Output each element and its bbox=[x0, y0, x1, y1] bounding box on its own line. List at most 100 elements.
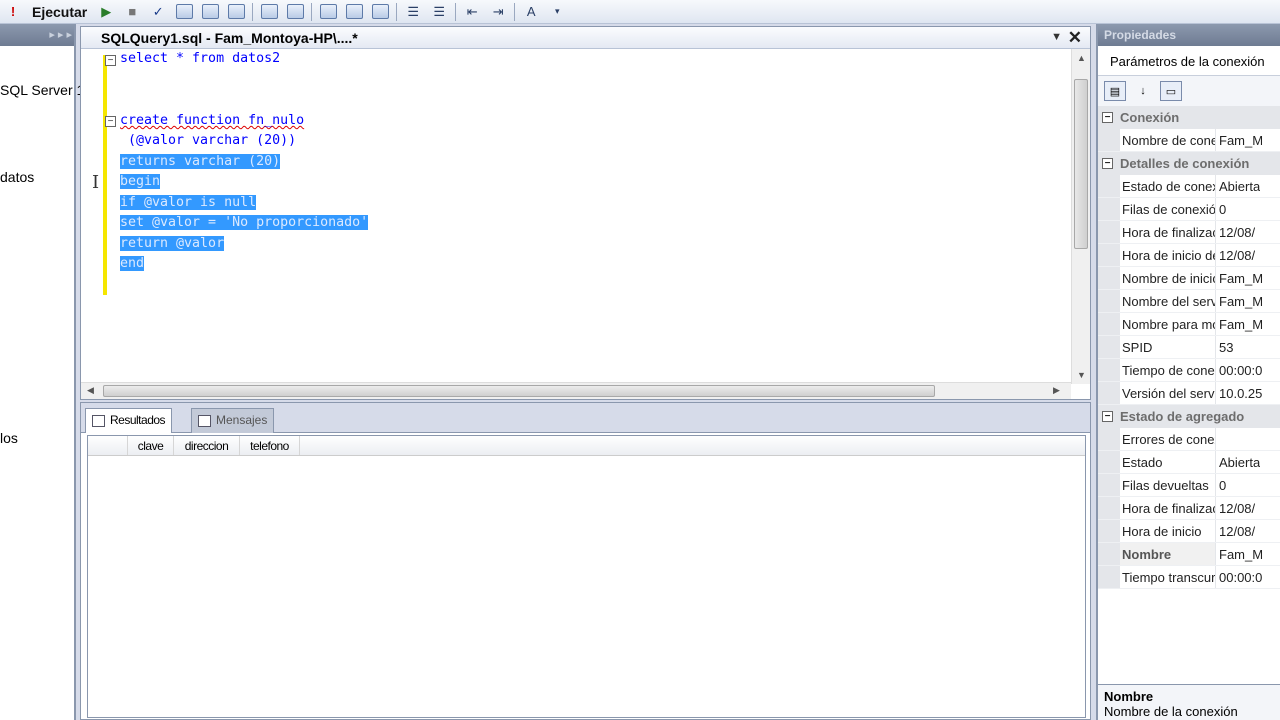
stop-icon[interactable]: ■ bbox=[121, 2, 143, 22]
property-row[interactable]: Errores de conexión bbox=[1098, 428, 1280, 451]
properties-object-selector[interactable]: Parámetros de la conexión bbox=[1098, 46, 1280, 76]
increase-indent-icon[interactable]: ⇥ bbox=[487, 2, 509, 22]
property-row[interactable]: Tiempo transcurrido00:00:0 bbox=[1098, 566, 1280, 589]
code-line: end bbox=[120, 254, 145, 274]
results-to-text-icon[interactable] bbox=[317, 2, 339, 22]
execute-button[interactable]: Ejecutar bbox=[28, 2, 91, 22]
property-value: 12/08/ bbox=[1219, 225, 1256, 240]
property-name: Nombre de conexión bbox=[1098, 129, 1216, 151]
uncomment-icon[interactable]: ☰ bbox=[428, 2, 450, 22]
property-category[interactable]: − Conexión bbox=[1098, 106, 1280, 129]
property-row[interactable]: Nombre del servidorFam_M bbox=[1098, 290, 1280, 313]
property-row[interactable]: Tiempo de conexión00:00:0 bbox=[1098, 359, 1280, 382]
tree-node-datos[interactable]: datos bbox=[0, 169, 34, 185]
column-header-direccion[interactable]: direccion bbox=[174, 436, 240, 455]
collapse-icon[interactable]: − bbox=[105, 116, 116, 127]
property-name: Estado bbox=[1098, 451, 1216, 473]
selected-code-text: set @valor = 'No proporcionado' bbox=[120, 215, 369, 230]
scroll-up-icon[interactable]: ▲ bbox=[1077, 53, 1086, 63]
property-value: Fam_M bbox=[1219, 317, 1264, 332]
property-row[interactable]: SPID 53 bbox=[1098, 336, 1280, 359]
collapse-icon[interactable]: − bbox=[105, 55, 116, 66]
document-tab-strip: SQLQuery1.sql - Fam_Montoya-HP\....* ▼ ✕ bbox=[81, 27, 1090, 49]
property-row[interactable]: Estado Abierta bbox=[1098, 451, 1280, 474]
property-value: 12/08/ bbox=[1219, 501, 1256, 516]
object-explorer-header: ▸ ▸ ▸ bbox=[0, 24, 74, 46]
property-row[interactable]: Hora de inicio de 12/08/ bbox=[1098, 244, 1280, 267]
property-category[interactable]: − Estado de agregado bbox=[1098, 405, 1280, 428]
chevron-down-icon[interactable]: ▼ bbox=[1051, 31, 1062, 43]
property-row[interactable]: Nombre de conexiónFam_M bbox=[1098, 129, 1280, 152]
toolbar-separator bbox=[396, 2, 398, 21]
selected-code-text: if @valor is null bbox=[120, 195, 257, 210]
query-editor: SQLQuery1.sql - Fam_Montoya-HP\....* ▼ ✕… bbox=[80, 26, 1091, 400]
client-stats-icon[interactable] bbox=[284, 2, 306, 22]
property-value: 12/08/ bbox=[1219, 248, 1256, 263]
code-editor[interactable]: − − I select * from datos2 create functi… bbox=[81, 49, 1071, 384]
horizontal-scrollbar[interactable]: ◀ ▶ bbox=[81, 382, 1071, 399]
toolbar: ! Ejecutar ▶ ■ ✓ ☰ ☰ ⇤ ⇥ A ▾ bbox=[0, 0, 1280, 24]
tab-messages-label: Mensajes bbox=[216, 413, 268, 427]
tab-messages[interactable]: Mensajes bbox=[191, 408, 275, 433]
property-row[interactable]: Hora de finalización12/08/ bbox=[1098, 221, 1280, 244]
code-line: returns varchar (20) bbox=[120, 152, 281, 172]
tree-node-los[interactable]: los bbox=[0, 430, 18, 446]
collapse-icon[interactable]: − bbox=[1102, 411, 1113, 422]
property-name: Tiempo transcurrido bbox=[1098, 566, 1216, 588]
property-row[interactable]: Nombre Fam_M bbox=[1098, 543, 1280, 566]
tab-results[interactable]: Resultados bbox=[85, 408, 173, 433]
results-to-grid-icon[interactable] bbox=[343, 2, 365, 22]
property-value: Abierta bbox=[1219, 179, 1261, 194]
vertical-scroll-thumb[interactable] bbox=[1074, 79, 1088, 249]
parse-check-icon[interactable]: ✓ bbox=[147, 2, 169, 22]
collapse-icon[interactable]: − bbox=[1102, 112, 1113, 123]
properties-title: Propiedades bbox=[1098, 24, 1280, 46]
property-row[interactable]: Versión del servidor10.0.25 bbox=[1098, 382, 1280, 405]
property-row[interactable]: Nombre para mostrarFam_M bbox=[1098, 313, 1280, 336]
debug-play-icon[interactable]: ▶ bbox=[95, 2, 117, 22]
collapse-icon[interactable]: − bbox=[1102, 158, 1113, 169]
vertical-scrollbar[interactable]: ▲ ▼ bbox=[1071, 49, 1090, 384]
property-value: Fam_M bbox=[1219, 271, 1264, 286]
code-line: set @valor = 'No proporcionado' bbox=[120, 213, 369, 233]
property-row[interactable]: Hora de inicio 12/08/ bbox=[1098, 520, 1280, 543]
comment-icon[interactable]: ☰ bbox=[402, 2, 424, 22]
property-row[interactable]: Filas de conexión 0 bbox=[1098, 198, 1280, 221]
property-row[interactable]: Hora de finalización12/08/ bbox=[1098, 497, 1280, 520]
design-query-icon[interactable] bbox=[199, 2, 221, 22]
scroll-down-icon[interactable]: ▼ bbox=[1077, 370, 1086, 380]
property-category[interactable]: − Detalles de conexión bbox=[1098, 152, 1280, 175]
property-row[interactable]: Estado de conexiónAbierta bbox=[1098, 175, 1280, 198]
alphabetical-sort-icon[interactable]: ↓ bbox=[1132, 81, 1154, 101]
query-plan-icon[interactable] bbox=[173, 2, 195, 22]
property-row[interactable]: Nombre de inicio Fam_M bbox=[1098, 267, 1280, 290]
property-row[interactable]: Filas devueltas 0 bbox=[1098, 474, 1280, 497]
decrease-indent-icon[interactable]: ⇤ bbox=[461, 2, 483, 22]
scroll-right-icon[interactable]: ▶ bbox=[1053, 385, 1060, 396]
save-icon[interactable] bbox=[225, 2, 247, 22]
code-line: select * from datos2 bbox=[120, 51, 281, 66]
text-cursor-icon: I bbox=[92, 172, 100, 193]
property-pages-icon[interactable]: ▭ bbox=[1160, 81, 1182, 101]
code-line: begin bbox=[120, 172, 161, 192]
tree-node-server[interactable]: SQL Server 1 bbox=[0, 82, 84, 98]
column-header-clave[interactable]: clave bbox=[128, 436, 174, 455]
horizontal-scroll-thumb[interactable] bbox=[103, 385, 935, 397]
property-value: Abierta bbox=[1219, 455, 1261, 470]
scroll-left-icon[interactable]: ◀ bbox=[87, 385, 94, 396]
specify-values-icon[interactable]: A bbox=[520, 2, 542, 22]
property-value: 53 bbox=[1219, 340, 1234, 355]
include-plan-icon[interactable] bbox=[258, 2, 280, 22]
selected-code-text: returns varchar (20) bbox=[120, 154, 281, 169]
property-name: Nombre para mostrar bbox=[1098, 313, 1216, 335]
document-tab[interactable]: SQLQuery1.sql - Fam_Montoya-HP\....* bbox=[97, 29, 362, 49]
property-value: 00:00:0 bbox=[1219, 363, 1263, 378]
results-to-file-icon[interactable] bbox=[369, 2, 391, 22]
tab-results-label: Resultados bbox=[110, 413, 166, 427]
column-header-telefono[interactable]: telefono bbox=[240, 436, 300, 455]
property-value: 0 bbox=[1219, 478, 1227, 493]
toolbar-overflow-icon[interactable]: ▾ bbox=[546, 2, 568, 22]
categorized-icon[interactable]: ▤ bbox=[1104, 81, 1126, 101]
close-icon[interactable]: ✕ bbox=[1068, 28, 1082, 48]
results-grid[interactable]: clave direccion telefono bbox=[87, 435, 1086, 718]
